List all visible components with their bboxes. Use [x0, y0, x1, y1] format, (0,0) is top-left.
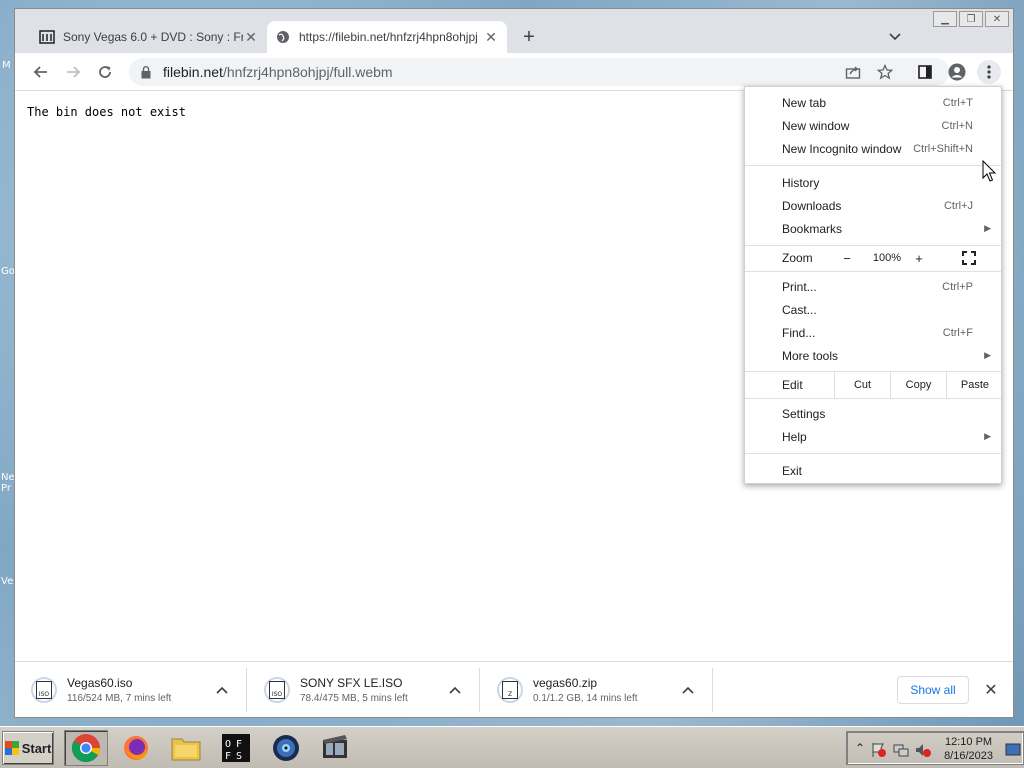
paste-button[interactable]: Paste — [946, 372, 1003, 398]
fullscreen-icon[interactable] — [959, 248, 979, 268]
close-icon[interactable]: ✕ — [243, 29, 259, 45]
svg-text:F: F — [236, 739, 242, 750]
clock[interactable]: 12:10 PM 8/16/2023 — [944, 735, 993, 763]
forward-button[interactable] — [61, 60, 85, 84]
download-status: 116/524 MB, 7 mins left — [67, 693, 172, 704]
download-item[interactable]: ISO Vegas60.iso 116/524 MB, 7 mins left — [15, 668, 247, 712]
profile-avatar[interactable] — [945, 60, 969, 84]
folder-icon[interactable] — [164, 730, 208, 766]
show-all-button[interactable]: Show all — [897, 676, 969, 704]
firefox-icon[interactable] — [114, 730, 158, 766]
menu-item-downloads[interactable]: Downloads Ctrl+J — [745, 194, 1001, 217]
menu-divider — [745, 271, 1001, 272]
back-button[interactable] — [29, 60, 53, 84]
tab-sony-vegas[interactable]: Sony Vegas 6.0 + DVD : Sony : Fre ✕ — [31, 21, 267, 53]
chevron-up-icon[interactable] — [443, 678, 467, 702]
menu-item-help[interactable]: Help ▶ — [745, 425, 1001, 448]
zoom-value: 100% — [872, 252, 902, 264]
bookmark-star-icon[interactable] — [873, 60, 897, 84]
side-panel-icon[interactable] — [913, 60, 937, 84]
chevron-up-icon[interactable] — [676, 678, 700, 702]
share-icon[interactable] — [841, 60, 865, 84]
zip-file-icon: Z — [497, 677, 523, 703]
chevron-up-icon[interactable]: ⌃ — [855, 741, 871, 757]
lock-icon[interactable] — [139, 65, 153, 79]
close-icon[interactable]: ✕ — [483, 29, 499, 45]
menu-item-history[interactable]: History — [745, 171, 1001, 194]
network-icon[interactable] — [893, 742, 909, 758]
disc-icon[interactable] — [264, 730, 308, 766]
download-shelf: ISO Vegas60.iso 116/524 MB, 7 mins left … — [15, 661, 1013, 717]
address-bar[interactable]: filebin.net/hnfzrj4hpn8ohjpj/full.webm — [129, 58, 949, 86]
zoom-in-button[interactable]: + — [903, 246, 935, 270]
menu-divider — [745, 453, 1001, 454]
svg-text:O: O — [225, 739, 231, 750]
submenu-arrow-icon: ▶ — [984, 223, 991, 233]
menu-item-cast[interactable]: Cast... — [745, 298, 1001, 321]
page-message: The bin does not exist — [27, 105, 186, 119]
system-tray: ⌃ 12:10 PM 8/16/2023 — [846, 731, 1024, 765]
desktop-label: M — [2, 60, 11, 71]
zoom-out-button[interactable]: − — [831, 246, 863, 270]
chevron-up-icon[interactable] — [210, 678, 234, 702]
reload-button[interactable] — [93, 60, 117, 84]
tab-strip: Sony Vegas 6.0 + DVD : Sony : Fre ✕ http… — [15, 21, 1013, 53]
copy-button[interactable]: Copy — [890, 372, 946, 398]
download-name: SONY SFX LE.ISO — [300, 676, 403, 690]
url-text: filebin.net/hnfzrj4hpn8ohjpj/full.webm — [163, 64, 393, 80]
app-icon[interactable]: OFFS — [214, 730, 258, 766]
menu-kebab-icon[interactable] — [977, 60, 1001, 84]
download-status: 78.4/475 MB, 5 mins left — [300, 693, 408, 704]
menu-zoom-row: Zoom − 100% + — [745, 245, 1001, 271]
submenu-arrow-icon: ▶ — [984, 431, 991, 441]
show-desktop-icon[interactable] — [1005, 742, 1021, 758]
download-status: 0.1/1.2 GB, 14 mins left — [533, 693, 638, 704]
flag-warning-icon[interactable] — [871, 742, 887, 758]
chrome-menu: New tab Ctrl+T New window Ctrl+N New Incog… — [744, 86, 1002, 484]
download-name: vegas60.zip — [533, 676, 598, 690]
menu-item-exit[interactable]: Exit — [745, 459, 1001, 482]
menu-item-new-window[interactable]: New window Ctrl+N — [745, 114, 1001, 137]
start-button[interactable]: Start — [2, 731, 54, 765]
menu-item-bookmarks[interactable]: Bookmarks ▶ — [745, 217, 1001, 240]
menu-divider — [745, 398, 1001, 399]
archive-icon — [39, 29, 55, 45]
menu-item-print[interactable]: Print... Ctrl+P — [745, 275, 1001, 298]
close-icon[interactable]: ✕ — [981, 680, 1001, 700]
menu-item-more-tools[interactable]: More tools ▶ — [745, 344, 1001, 367]
zoom-label: Zoom — [782, 251, 813, 265]
menu-item-find[interactable]: Find... Ctrl+F — [745, 321, 1001, 344]
menu-divider — [745, 165, 1001, 166]
submenu-arrow-icon: ▶ — [984, 350, 991, 360]
volume-muted-icon[interactable] — [915, 742, 931, 758]
tab-filebin[interactable]: https://filebin.net/hnfzrj4hpn8ohjpj ✕ — [267, 21, 507, 53]
chevron-down-icon[interactable] — [885, 27, 905, 47]
tab-title: https://filebin.net/hnfzrj4hpn8ohjpj — [299, 30, 478, 44]
iso-file-icon: ISO — [264, 677, 290, 703]
download-item[interactable]: ISO SONY SFX LE.ISO 78.4/475 MB, 5 mins … — [248, 668, 480, 712]
tab-title: Sony Vegas 6.0 + DVD : Sony : Fre — [63, 30, 243, 44]
cut-button[interactable]: Cut — [834, 372, 890, 398]
edit-label: Edit — [782, 378, 803, 392]
download-item[interactable]: Z vegas60.zip 0.1/1.2 GB, 14 mins left — [481, 668, 713, 712]
desktop-label: Go — [1, 266, 15, 277]
new-tab-button[interactable]: + — [517, 25, 541, 49]
iso-file-icon: ISO — [31, 677, 57, 703]
taskbar: Start OFFS ⌃ 12:10 PM 8/16/2023 — [0, 726, 1024, 768]
download-name: Vegas60.iso — [67, 676, 133, 690]
menu-edit-row: Edit Cut Copy Paste — [745, 372, 1001, 398]
windows-flag-icon — [4, 741, 19, 755]
chrome-icon[interactable] — [64, 730, 108, 766]
mouse-cursor-icon — [982, 160, 997, 182]
desktop-label: Ve — [1, 576, 14, 587]
globe-icon — [275, 29, 291, 45]
menu-item-settings[interactable]: Settings — [745, 402, 1001, 425]
film-icon[interactable] — [314, 730, 358, 766]
desktop-label: Ne Pr — [1, 472, 15, 494]
svg-text:S: S — [236, 751, 242, 762]
menu-item-new-incognito[interactable]: New Incognito window Ctrl+Shift+N — [745, 137, 1001, 160]
svg-text:F: F — [225, 751, 231, 762]
menu-item-new-tab[interactable]: New tab Ctrl+T — [745, 91, 1001, 114]
